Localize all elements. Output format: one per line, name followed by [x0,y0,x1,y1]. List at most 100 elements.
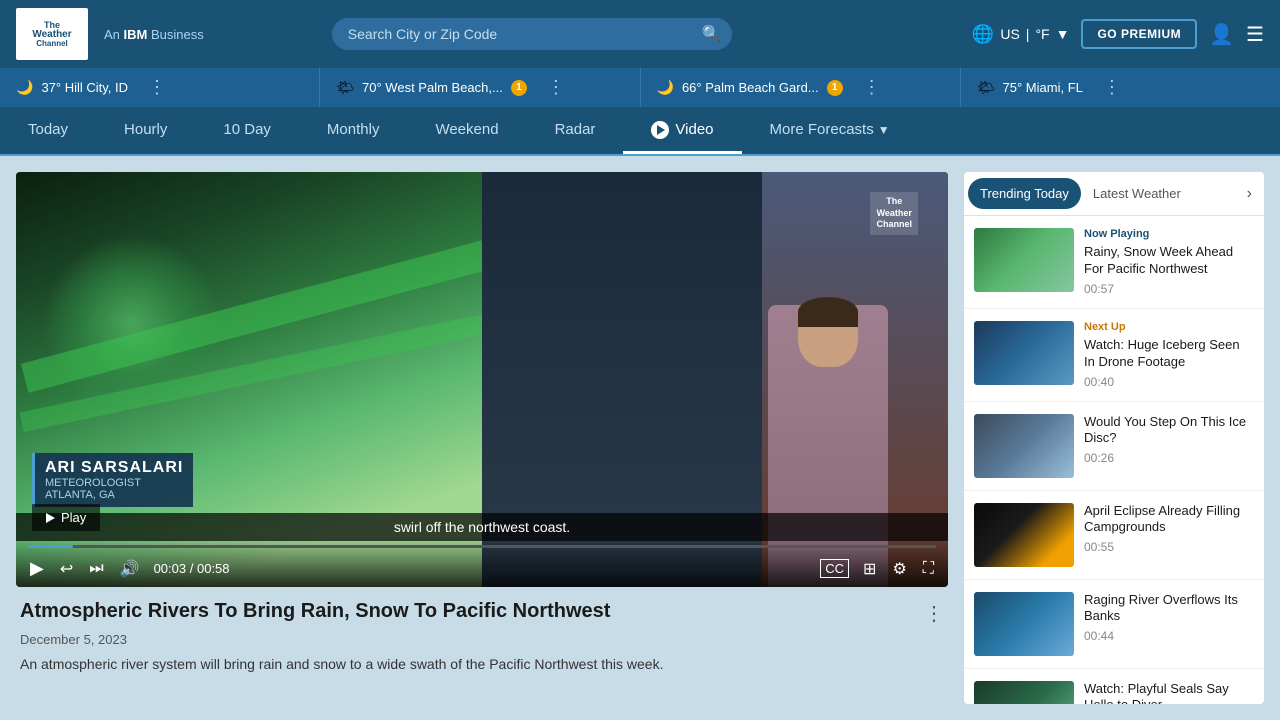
logo-channel: Channel [36,40,68,48]
sidebar-video-4[interactable]: Raging River Overflows Its Banks 00:44 [964,580,1264,669]
play-icon [46,513,55,523]
search-bar: 🔍 [332,18,732,50]
play-overlay: Play [32,504,100,531]
video-card-info-5: Watch: Playful Seals Say Hello to Diver … [1084,681,1254,704]
location-item-2[interactable]: 🌙 66° Palm Beach Gard... 1 ⋮ [641,68,961,107]
ibm-tagline: An IBM Business [104,27,204,42]
video-duration-1: 00:40 [1084,375,1254,389]
logo[interactable]: The Weather Channel [16,8,88,60]
location-item-3[interactable]: 🌤 75° Miami, FL ⋮ [961,68,1280,107]
video-thumb-0 [974,228,1074,292]
nav-more[interactable]: More Forecasts ▼ [742,108,918,154]
grid-view-button[interactable]: ⊞ [861,557,878,581]
nav-bar: Today Hourly 10 Day Monthly Weekend Rada… [0,108,1280,156]
video-card-info-0: Now Playing Rainy, Snow Week Ahead For P… [1084,228,1254,296]
location-more-0[interactable]: ⋮ [136,77,178,98]
progress-bar[interactable] [28,545,936,548]
locale-unit: °F [1035,26,1049,42]
tab-latest-weather[interactable]: Latest Weather [1081,178,1193,209]
menu-icon[interactable]: ☰ [1246,22,1264,47]
video-thumb-3 [974,503,1074,567]
location-text-1: 70° West Palm Beach,... [362,80,503,95]
sidebar-video-1[interactable]: Next Up Watch: Huge Iceberg Seen In Dron… [964,309,1264,402]
video-section: TheWeatherChannel ARI SARSALARI METEOROL… [16,172,948,704]
twc-logo-overlay: TheWeatherChannel [870,192,918,235]
locale-separator: | [1026,26,1030,42]
video-status-0: Now Playing [1084,228,1254,240]
video-card-info-3: April Eclipse Already Filling Campground… [1084,503,1254,567]
tab-trending-today[interactable]: Trending Today [968,178,1081,209]
locale-region: US [1000,26,1019,42]
play-pause-button[interactable]: ▶ [28,556,46,581]
presenter-hair [798,297,858,327]
video-status-1: Next Up [1084,321,1254,333]
video-more-button[interactable]: ⋮ [924,601,944,626]
location-more-3[interactable]: ⋮ [1091,77,1133,98]
main-content: TheWeatherChannel ARI SARSALARI METEOROL… [0,156,1280,720]
sidebar-video-0[interactable]: Now Playing Rainy, Snow Week Ahead For P… [964,216,1264,309]
location-badge-1: 1 [511,80,527,96]
play-triangle-icon [657,125,665,135]
video-controls: ▶ ↩ ⏭ 🔊 00:03 / 00:58 CC ⊞ ⚙ ⛶ [16,537,948,587]
nav-video[interactable]: Video [623,108,741,154]
ibm-brand: IBM [124,27,148,42]
fullscreen-button[interactable]: ⛶ [921,558,936,580]
sidebar-tab-next[interactable]: › [1239,181,1260,207]
premium-button[interactable]: GO PREMIUM [1081,19,1197,49]
presenter-name: ARI SARSALARI [45,459,183,477]
nav-weekend[interactable]: Weekend [407,108,526,154]
location-text-0: 37° Hill City, ID [41,80,128,95]
nav-radar[interactable]: Radar [527,108,624,154]
video-duration-3: 00:55 [1084,540,1254,554]
video-card-title-3: April Eclipse Already Filling Campground… [1084,503,1254,537]
header: The Weather Channel An IBM Business 🔍 🌐 … [0,0,1280,68]
video-title-row: Atmospheric Rivers To Bring Rain, Snow T… [20,599,944,626]
rewind-button[interactable]: ↩ [58,557,75,581]
video-card-title-4: Raging River Overflows Its Banks [1084,592,1254,626]
nav-today[interactable]: Today [0,108,96,154]
video-card-info-4: Raging River Overflows Its Banks 00:44 [1084,592,1254,656]
presenter-title: METEOROLOGIST ATLANTA, GA [45,477,183,501]
user-icon[interactable]: 👤 [1209,22,1234,47]
video-card-title-1: Watch: Huge Iceberg Seen In Drone Footag… [1084,337,1254,371]
location-bar: 🌙 37° Hill City, ID ⋮ 🌤 70° West Palm Be… [0,68,1280,108]
nav-monthly[interactable]: Monthly [299,108,408,154]
video-thumb-4 [974,592,1074,656]
locale-selector[interactable]: 🌐 US | °F ▼ [972,24,1070,45]
controls-row: ▶ ↩ ⏭ 🔊 00:03 / 00:58 CC ⊞ ⚙ ⛶ [28,556,936,581]
search-input[interactable] [332,18,732,50]
video-player[interactable]: TheWeatherChannel ARI SARSALARI METEOROL… [16,172,948,587]
settings-button[interactable]: ⚙ [890,557,908,581]
video-card-title-5: Watch: Playful Seals Say Hello to Diver [1084,681,1254,704]
location-item-1[interactable]: 🌤 70° West Palm Beach,... 1 ⋮ [320,68,640,107]
video-card-info-2: Would You Step On This Ice Disc? 00:26 [1084,414,1254,478]
skip-forward-button[interactable]: ⏭ [87,558,105,580]
location-item-0[interactable]: 🌙 37° Hill City, ID ⋮ [0,68,320,107]
location-more-1[interactable]: ⋮ [535,77,577,98]
progress-fill [28,545,73,548]
video-card-info-1: Next Up Watch: Huge Iceberg Seen In Dron… [1084,321,1254,389]
sidebar-video-2[interactable]: Would You Step On This Ice Disc? 00:26 [964,402,1264,491]
sidebar-tabs: Trending Today Latest Weather › [964,172,1264,216]
video-title: Atmospheric Rivers To Bring Rain, Snow T… [20,599,610,623]
location-more-2[interactable]: ⋮ [851,77,893,98]
header-right: 🌐 US | °F ▼ GO PREMIUM 👤 ☰ [972,19,1264,49]
video-duration-0: 00:57 [1084,282,1254,296]
lower-third: ARI SARSALARI METEOROLOGIST ATLANTA, GA [32,453,193,507]
nav-10day[interactable]: 10 Day [195,108,299,154]
nav-hourly[interactable]: Hourly [96,108,195,154]
video-thumb-2 [974,414,1074,478]
video-info: Atmospheric Rivers To Bring Rain, Snow T… [16,599,948,675]
sidebar-video-5[interactable]: Watch: Playful Seals Say Hello to Diver … [964,669,1264,704]
video-description: An atmospheric river system will bring r… [20,655,944,675]
play-overlay-button[interactable]: Play [32,504,100,531]
globe-icon: 🌐 [972,24,994,45]
search-button[interactable]: 🔍 [702,24,722,44]
video-date: December 5, 2023 [20,632,944,647]
video-duration-2: 00:26 [1084,451,1254,465]
volume-button[interactable]: 🔊 [118,557,142,581]
cc-button[interactable]: CC [820,559,849,578]
sidebar-video-3[interactable]: April Eclipse Already Filling Campground… [964,491,1264,580]
presenter-head [798,297,858,367]
logo-weather: Weather [32,30,71,40]
